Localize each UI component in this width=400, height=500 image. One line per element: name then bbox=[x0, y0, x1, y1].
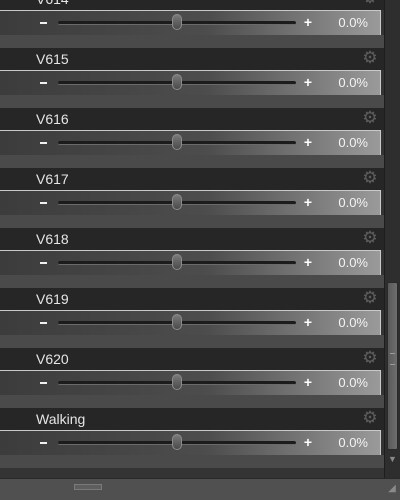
property-row: Walking ⚙ + 0.0% bbox=[0, 408, 384, 468]
property-row: V617 ⚙ + 0.0% bbox=[0, 168, 384, 228]
decrement-button[interactable] bbox=[40, 202, 47, 204]
decrement-button[interactable] bbox=[40, 382, 47, 384]
property-header: V615 ⚙ bbox=[0, 48, 384, 70]
increment-button[interactable]: + bbox=[302, 75, 314, 89]
decrement-button[interactable] bbox=[40, 82, 47, 84]
increment-button[interactable]: + bbox=[302, 15, 314, 29]
vertical-scrollbar[interactable]: ▼ bbox=[384, 0, 400, 478]
gear-icon[interactable]: ⚙ bbox=[362, 0, 378, 6]
gear-icon[interactable]: ⚙ bbox=[362, 289, 378, 306]
property-row: V618 ⚙ + 0.0% bbox=[0, 228, 384, 288]
scroll-down-arrow-icon[interactable]: ▼ bbox=[387, 452, 398, 466]
property-name: V617 bbox=[36, 171, 69, 187]
property-slider-row: + 0.0% bbox=[0, 430, 381, 456]
scrollbar-thumb[interactable] bbox=[387, 282, 398, 450]
increment-button[interactable]: + bbox=[302, 195, 314, 209]
row-separator bbox=[0, 395, 384, 408]
property-value[interactable]: 0.0% bbox=[338, 75, 368, 91]
row-separator bbox=[0, 35, 384, 48]
property-value[interactable]: 0.0% bbox=[338, 255, 368, 271]
gear-icon[interactable]: ⚙ bbox=[362, 349, 378, 366]
gear-icon[interactable]: ⚙ bbox=[362, 49, 378, 66]
property-value[interactable]: 0.0% bbox=[338, 375, 368, 391]
property-header: V614 ⚙ bbox=[0, 0, 384, 10]
property-slider-row: + 0.0% bbox=[0, 250, 381, 276]
property-row: V616 ⚙ + 0.0% bbox=[0, 108, 384, 168]
property-slider-row: + 0.0% bbox=[0, 370, 381, 396]
decrement-button[interactable] bbox=[40, 262, 47, 264]
gear-icon[interactable]: ⚙ bbox=[362, 409, 378, 426]
property-row: V614 ⚙ + 0.0% bbox=[0, 0, 384, 48]
property-header: Walking ⚙ bbox=[0, 408, 384, 430]
corner-grip-icon[interactable]: ◢ bbox=[386, 483, 398, 495]
increment-button[interactable]: + bbox=[302, 135, 314, 149]
gear-icon[interactable]: ⚙ bbox=[362, 169, 378, 186]
row-separator bbox=[0, 155, 384, 168]
gear-icon[interactable]: ⚙ bbox=[362, 229, 378, 246]
slider-knob[interactable] bbox=[172, 134, 182, 150]
property-header: V618 ⚙ bbox=[0, 228, 384, 250]
property-slider-row: + 0.0% bbox=[0, 190, 381, 216]
property-name: V616 bbox=[36, 111, 69, 127]
resize-handle[interactable] bbox=[74, 484, 102, 490]
property-row: V620 ⚙ + 0.0% bbox=[0, 348, 384, 408]
row-separator bbox=[0, 215, 384, 228]
gear-icon[interactable]: ⚙ bbox=[362, 109, 378, 126]
slider-knob[interactable] bbox=[172, 434, 182, 450]
property-name: V618 bbox=[36, 231, 69, 247]
property-row: V619 ⚙ + 0.0% bbox=[0, 288, 384, 348]
row-separator bbox=[0, 455, 384, 468]
decrement-button[interactable] bbox=[40, 322, 47, 324]
property-name: V620 bbox=[36, 351, 69, 367]
decrement-button[interactable] bbox=[40, 142, 47, 144]
property-name: V615 bbox=[36, 51, 69, 67]
property-header: V617 ⚙ bbox=[0, 168, 384, 190]
increment-button[interactable]: + bbox=[302, 315, 314, 329]
slider-knob[interactable] bbox=[172, 254, 182, 270]
row-separator bbox=[0, 95, 384, 108]
property-header: V620 ⚙ bbox=[0, 348, 384, 370]
property-row: V615 ⚙ + 0.0% bbox=[0, 48, 384, 108]
increment-button[interactable]: + bbox=[302, 435, 314, 449]
increment-button[interactable]: + bbox=[302, 255, 314, 269]
row-separator bbox=[0, 275, 384, 288]
slider-knob[interactable] bbox=[172, 374, 182, 390]
slider-knob[interactable] bbox=[172, 194, 182, 210]
property-slider-row: + 0.0% bbox=[0, 130, 381, 156]
property-value[interactable]: 0.0% bbox=[338, 135, 368, 151]
increment-button[interactable]: + bbox=[302, 375, 314, 389]
property-name: V614 bbox=[36, 0, 69, 8]
property-value[interactable]: 0.0% bbox=[338, 195, 368, 211]
property-name: Walking bbox=[36, 411, 86, 427]
slider-knob[interactable] bbox=[172, 74, 182, 90]
property-slider-row: + 0.0% bbox=[0, 310, 381, 336]
property-header: V616 ⚙ bbox=[0, 108, 384, 130]
property-value[interactable]: 0.0% bbox=[338, 315, 368, 331]
property-slider-row: + 0.0% bbox=[0, 10, 381, 36]
property-value[interactable]: 0.0% bbox=[338, 15, 368, 31]
row-separator bbox=[0, 335, 384, 348]
property-list-panel: V614 ⚙ + 0.0% V615 ⚙ + 0.0% V616 ⚙ bbox=[0, 0, 384, 478]
slider-knob[interactable] bbox=[172, 14, 182, 30]
horizontal-scrollbar[interactable]: ◢ bbox=[0, 478, 400, 500]
decrement-button[interactable] bbox=[40, 22, 47, 24]
grip-icon bbox=[390, 353, 395, 365]
decrement-button[interactable] bbox=[40, 442, 47, 444]
property-slider-row: + 0.0% bbox=[0, 70, 381, 96]
property-name: V619 bbox=[36, 291, 69, 307]
property-value[interactable]: 0.0% bbox=[338, 435, 368, 451]
property-header: V619 ⚙ bbox=[0, 288, 384, 310]
slider-knob[interactable] bbox=[172, 314, 182, 330]
